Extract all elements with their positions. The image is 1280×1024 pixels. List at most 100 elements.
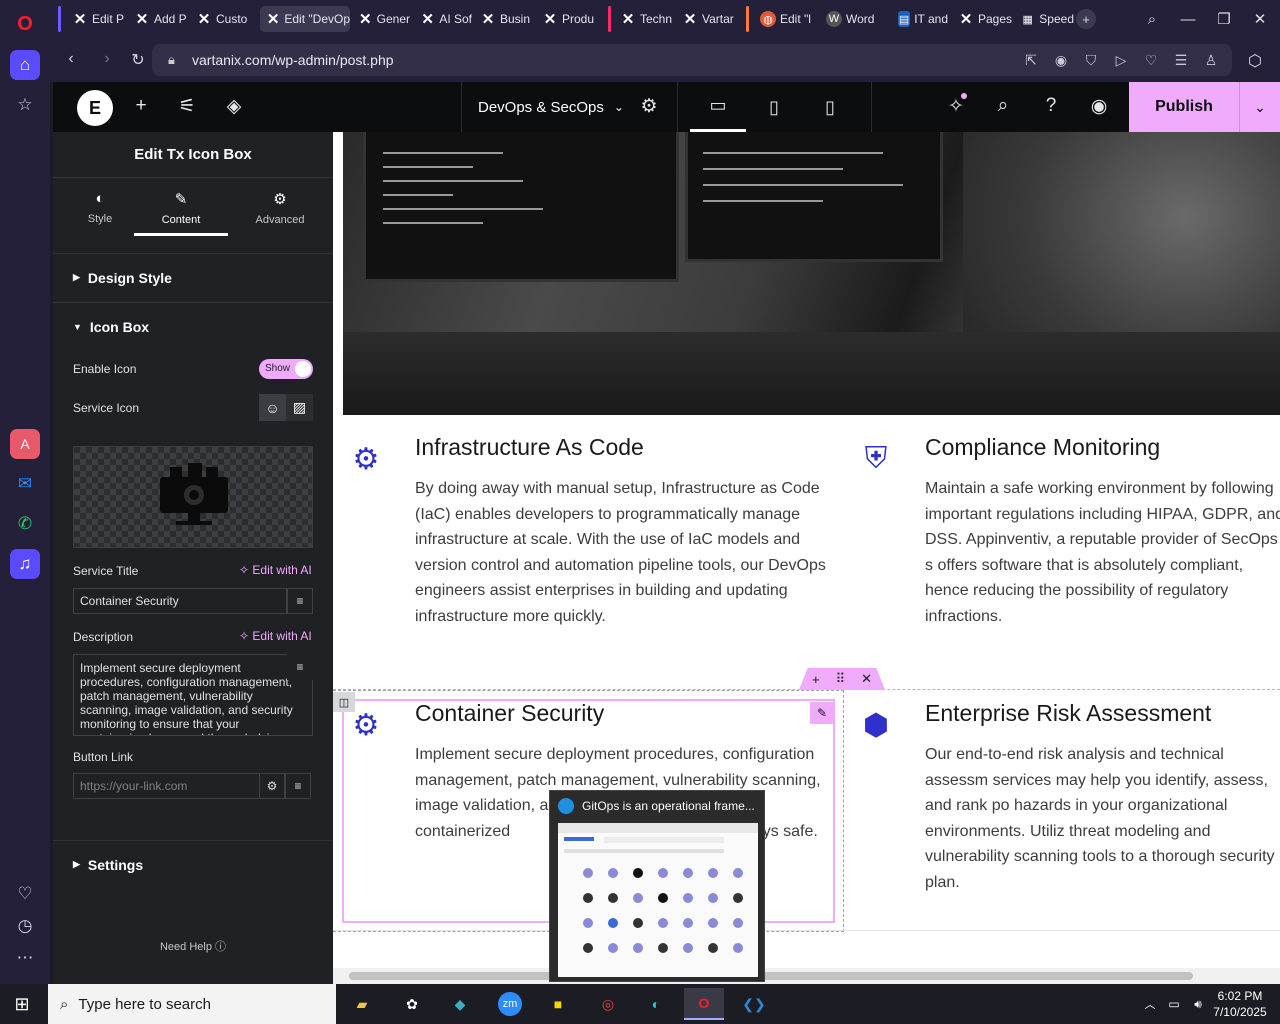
desktop-view-icon[interactable]: ▭ (690, 82, 746, 132)
page-settings-dropdown[interactable]: DevOps & SecOps ⌄ (478, 82, 624, 132)
minimize-icon[interactable]: — (1174, 6, 1202, 32)
file-explorer-icon[interactable]: ▰ (342, 988, 382, 1020)
tab-6[interactable]: ✕ Busin (474, 6, 534, 32)
easy-setup-icon[interactable]: ☰ (1172, 52, 1190, 69)
help-icon[interactable]: ? (1038, 95, 1064, 117)
section-settings[interactable]: ▶ Settings (53, 840, 333, 888)
section-handle[interactable]: + ⠿ ✕ (799, 668, 885, 690)
mobile-view-icon[interactable]: ▯ (802, 82, 858, 132)
extensions-icon[interactable]: ⬡ (1244, 51, 1266, 71)
service-title-input[interactable]: Container Security (73, 588, 287, 614)
tab-10[interactable]: ◍ Edit "l (754, 6, 816, 32)
new-tab-icon[interactable]: + (1076, 9, 1096, 29)
drag-handle-icon[interactable]: ⠿ (836, 671, 846, 687)
sticky-notes-icon[interactable]: ■ (538, 988, 578, 1020)
enable-icon-toggle[interactable]: Show (259, 359, 313, 379)
site-settings-icon[interactable]: ⚟ (174, 95, 200, 118)
tray-chevron-icon[interactable]: ︿ (1138, 988, 1162, 1020)
finder-search-icon[interactable]: ⌕ (990, 95, 1016, 117)
history-icon[interactable]: ◷ (10, 911, 40, 941)
tab-style[interactable]: ◐ Style (53, 190, 147, 236)
more-icon[interactable]: ⋯ (10, 943, 40, 973)
dynamic-tags-icon[interactable]: ≡ (287, 588, 313, 614)
link-options-gear-icon[interactable]: ⚙ (259, 773, 285, 799)
tab-5[interactable]: ✕ AI Sof (414, 6, 472, 32)
tab-7[interactable]: ✕ Produ (536, 6, 596, 32)
zoom-icon[interactable]: zm (490, 988, 530, 1020)
whatsapp-icon[interactable]: ✆ (10, 509, 40, 539)
tab-4[interactable]: ✕ Gener (352, 6, 410, 32)
volume-icon[interactable]: 🔊︎ (1186, 988, 1210, 1020)
icon-library-icon[interactable]: ☺ (259, 394, 286, 421)
page-settings-gear-icon[interactable]: ⚙ (636, 95, 662, 118)
taskbar-clock[interactable]: 6:02 PM 7/10/2025 (1208, 988, 1272, 1020)
opera-taskbar-icon[interactable]: O (684, 988, 724, 1020)
tab-2[interactable]: ✕ Custo (190, 6, 254, 32)
aria-icon[interactable]: A (10, 429, 40, 459)
tab-advanced[interactable]: ⚙ Advanced (233, 190, 327, 236)
icon-box-infrastructure[interactable]: ⚙ Infrastructure As Code By doing away w… (333, 434, 843, 634)
close-window-icon[interactable]: ✕ (1246, 6, 1274, 32)
preview-eye-icon[interactable]: ◉ (1086, 95, 1112, 118)
taskbar-window-preview[interactable]: GitOps is an operational frame... (549, 790, 765, 982)
publish-button[interactable]: Publish (1129, 82, 1239, 132)
tab-14[interactable]: ▦ Speed (1014, 6, 1074, 32)
share-icon[interactable]: ⇱ (1022, 52, 1040, 69)
horizontal-scrollbar[interactable] (333, 968, 1280, 984)
need-help-link[interactable]: Need Help ⓘ (53, 938, 333, 954)
dynamic-tags-icon[interactable]: ≡ (285, 773, 311, 799)
tab-3-active[interactable]: ✕ Edit "DevOp (260, 6, 350, 32)
description-textarea[interactable]: Implement secure deployment procedures, … (73, 654, 313, 736)
opera-logo-icon[interactable]: O (10, 9, 40, 39)
editor-canvas[interactable]: ⚙ Infrastructure As Code By doing away w… (333, 132, 1280, 968)
windows-start-icon[interactable]: ⊞ (12, 994, 32, 1014)
icon-box-compliance[interactable]: ⛨ Compliance Monitoring Maintain a safe … (843, 434, 1280, 634)
forward-icon[interactable]: › (96, 50, 118, 68)
app-diamond-icon[interactable]: ◆ (440, 988, 480, 1020)
heart-icon[interactable]: ♡ (10, 879, 40, 909)
tab-8[interactable]: ✕ Techn (614, 6, 674, 32)
tab-9[interactable]: ✕ Vartar (676, 6, 738, 32)
upload-svg-icon[interactable]: ▨ (286, 394, 313, 421)
bookmark-heart-icon[interactable]: ♡ (1142, 52, 1160, 69)
button-link-input[interactable]: https://your-link.com (73, 773, 261, 799)
service-title-edit-ai-link[interactable]: ✧ Edit with AI (239, 563, 312, 577)
restore-icon[interactable]: ❐ (1210, 6, 1238, 32)
tab-0[interactable]: ✕ Edit P (66, 6, 126, 32)
back-icon[interactable]: ‹ (60, 50, 82, 68)
music-icon[interactable]: ♫ (10, 549, 40, 579)
adblock-icon[interactable]: ⛉ (1082, 52, 1100, 69)
add-element-icon[interactable]: + (128, 95, 154, 117)
tablet-view-icon[interactable]: ▯ (746, 82, 802, 132)
player-icon[interactable]: ▷ (1112, 52, 1130, 69)
structure-icon[interactable]: ◈ (221, 95, 247, 118)
messenger-icon[interactable]: ✉ (10, 469, 40, 499)
add-section-icon[interactable]: + (812, 672, 820, 687)
preview-thumbnail[interactable] (558, 823, 758, 977)
taskbar-search[interactable]: ⌕ Type here to search (48, 984, 336, 1024)
notifications-icon[interactable]: ✧ (943, 93, 969, 118)
tab-11[interactable]: W Word (820, 6, 882, 32)
vscode-icon[interactable]: ❮❯ (734, 988, 774, 1020)
chrome-icon[interactable]: ◎ (588, 988, 628, 1020)
star-icon[interactable]: ☆ (10, 90, 40, 120)
camera-icon[interactable]: ◉ (1052, 52, 1070, 69)
description-edit-ai-link[interactable]: ✧ Edit with AI (239, 629, 312, 643)
icon-box-enterprise-risk[interactable]: ⬢ Enterprise Risk Assessment Our end-to-… (843, 700, 1280, 900)
tab-12[interactable]: ▤ IT and (892, 6, 948, 32)
tab-1[interactable]: ✕ Add P (128, 6, 188, 32)
profile-icon[interactable]: ♙ (1202, 52, 1220, 69)
address-bar[interactable]: 🔒︎ vartanix.com/wp-admin/post.php ⇱ ◉ ⛉ … (152, 44, 1232, 76)
elementor-logo-icon[interactable]: E (77, 90, 113, 126)
home-icon[interactable]: ⌂ (10, 50, 40, 80)
icon-preview[interactable] (73, 446, 313, 548)
network-icon[interactable]: ▭ (1162, 988, 1186, 1020)
url-text[interactable]: vartanix.com/wp-admin/post.php (192, 52, 394, 68)
search-tabs-icon[interactable]: ⌕ (1138, 6, 1166, 32)
edit-widget-pencil-icon[interactable]: ✎ (810, 702, 834, 724)
scrollbar-thumb[interactable] (349, 972, 1193, 980)
tab-content[interactable]: ✎ Content (134, 190, 228, 236)
dynamic-tags-icon[interactable]: ≡ (287, 654, 313, 680)
delete-section-icon[interactable]: ✕ (861, 671, 872, 687)
edge-icon[interactable]: ◐ (636, 988, 676, 1020)
